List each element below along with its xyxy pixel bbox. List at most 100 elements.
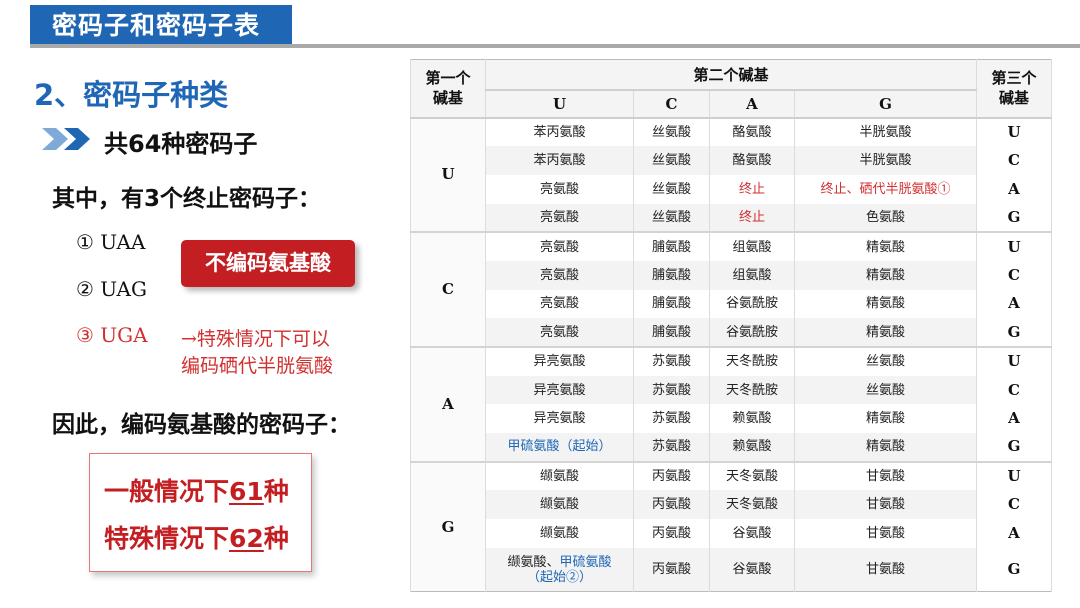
amino-acid-cell: 谷氨酸 bbox=[709, 519, 795, 548]
amino-acid-cell: 天冬氨酸 bbox=[709, 490, 795, 520]
amino-acid-cell: 丝氨酸 bbox=[633, 203, 710, 233]
chevron-double-right-icon bbox=[42, 128, 90, 150]
amino-acid-cell: 赖氨酸 bbox=[709, 433, 795, 462]
amino-acid-cell: 亮氨酸 bbox=[485, 174, 634, 204]
amino-acid-cell: 亮氨酸 bbox=[485, 260, 634, 290]
amino-acid-cell: 缬氨酸 bbox=[485, 490, 634, 520]
third-base-cell: C bbox=[976, 260, 1052, 290]
count-special-number: 62 bbox=[229, 524, 264, 553]
amino-acid-cell: 丙氨酸 bbox=[633, 519, 710, 548]
amino-acid-cell: 苏氨酸 bbox=[633, 433, 710, 462]
page-title: 密码子和密码子表 bbox=[30, 5, 292, 47]
second-base-a: A bbox=[709, 89, 795, 119]
count-special: 特殊情况下62种 bbox=[104, 519, 289, 555]
third-base-cell: G bbox=[976, 203, 1052, 233]
first-base-cell: A bbox=[410, 346, 486, 462]
third-base-cell: A bbox=[976, 289, 1052, 319]
third-base-cell: C bbox=[976, 375, 1052, 405]
third-base-cell: G bbox=[976, 433, 1052, 462]
amino-acid-cell: 缬氨酸、甲硫氨酸 （起始②） bbox=[485, 547, 634, 592]
table-row: 异亮氨酸 苏氨酸 天冬酰胺 丝氨酸 C bbox=[411, 375, 1052, 405]
amino-acid-cell: 脯氨酸 bbox=[633, 318, 710, 347]
table-row: 异亮氨酸 苏氨酸 赖氨酸 精氨酸 A bbox=[411, 404, 1052, 434]
amino-acid-cell: 精氨酸 bbox=[794, 404, 977, 434]
header-first-base-label: 第一个碱基 bbox=[425, 69, 471, 108]
amino-acid-cell: 丝氨酸 bbox=[633, 116, 710, 147]
amino-acid-cell: 异亮氨酸 bbox=[485, 375, 634, 405]
second-base-c: C bbox=[633, 89, 710, 119]
amino-acid-cell: 甘氨酸 bbox=[794, 547, 977, 592]
amino-acid-cell: 丝氨酸 bbox=[633, 146, 710, 175]
third-base-cell: A bbox=[976, 404, 1052, 434]
amino-acid-cell: 半胱氨酸 bbox=[794, 146, 977, 175]
table-row: 缬氨酸、甲硫氨酸 （起始②） 丙氨酸 谷氨酸 甘氨酸 G bbox=[411, 547, 1052, 592]
amino-acid-cell: 天冬氨酸 bbox=[709, 460, 795, 491]
table-row: 缬氨酸 丙氨酸 天冬氨酸 甘氨酸 C bbox=[411, 490, 1052, 520]
header-second-base: 第二个碱基 bbox=[485, 59, 977, 91]
third-base-cell: C bbox=[976, 490, 1052, 520]
special-case-note-line1: →特殊情况下可以 bbox=[181, 328, 330, 350]
stop-codon-intro: 其中，有3个终止密码子： bbox=[52, 186, 322, 212]
table-row: U 苯丙氨酸 丝氨酸 酪氨酸 半胱氨酸 U bbox=[410, 116, 1052, 233]
stop-codon-uag: ② UAG bbox=[76, 277, 147, 301]
count-normal-prefix: 一般情况下 bbox=[104, 477, 230, 506]
amino-acid-cell: 丙氨酸 bbox=[633, 460, 710, 491]
amino-acid-cell: 苏氨酸 bbox=[633, 346, 710, 376]
second-base-g: G bbox=[794, 89, 977, 119]
second-base-u: U bbox=[485, 89, 634, 119]
amino-acid-cell: 组氨酸 bbox=[709, 260, 795, 290]
third-base-cell: G bbox=[976, 318, 1052, 347]
amino-acid-cell: 苯丙氨酸 bbox=[485, 116, 634, 147]
amino-acid-cell: 脯氨酸 bbox=[633, 231, 710, 261]
amino-acid-cell: 精氨酸 bbox=[794, 318, 977, 347]
amino-acid-cell: 精氨酸 bbox=[794, 260, 977, 290]
amino-acid-cell: 甲硫氨酸（起始） bbox=[485, 433, 634, 462]
section-heading: 2、密码子种类 bbox=[34, 78, 229, 112]
stop-codon-uaa: ① UAA bbox=[76, 230, 146, 254]
first-base-cell: C bbox=[410, 231, 486, 347]
codon-table: 第一个碱基 第二个碱基 第三个碱基 U C A G U 苯丙氨酸 丝氨酸 酪氨酸 半胱氨… bbox=[410, 59, 1052, 593]
first-base-cell: G bbox=[410, 460, 486, 592]
amino-acid-cell: 异亮氨酸 bbox=[485, 404, 634, 434]
no-amino-acid-badge: 不编码氨基酸 bbox=[181, 240, 355, 287]
amino-acid-cell: 亮氨酸 bbox=[485, 231, 634, 261]
total-codons-text: 共64种密码子 bbox=[104, 130, 258, 158]
header-third-base: 第三个碱基 bbox=[976, 59, 1052, 119]
amino-acid-cell: 甘氨酸 bbox=[794, 519, 977, 548]
amino-acid-cell: 赖氨酸 bbox=[709, 404, 795, 434]
table-row: 亮氨酸 脯氨酸 谷氨酰胺 精氨酸 A bbox=[411, 289, 1052, 319]
header-first-base: 第一个碱基 bbox=[410, 59, 486, 119]
amino-acid-cell: 亮氨酸 bbox=[485, 203, 634, 233]
table-row: A 异亮氨酸 苏氨酸 天冬酰胺 丝氨酸 U bbox=[410, 346, 1052, 462]
amino-acid-cell: 酪氨酸 bbox=[709, 116, 795, 147]
table-row: 苯丙氨酸 丝氨酸 酪氨酸 半胱氨酸 C bbox=[411, 146, 1052, 175]
amino-acid-cell: 半胱氨酸 bbox=[794, 116, 977, 147]
stop-codon-uga: ③ UGA bbox=[76, 323, 148, 347]
amino-acid-cell: 丙氨酸 bbox=[633, 490, 710, 520]
amino-acid-cell: 终止 bbox=[709, 174, 795, 204]
start-note-text: （起始②） bbox=[526, 569, 592, 585]
count-special-suffix: 种 bbox=[263, 524, 289, 553]
amino-acid-cell: 甘氨酸 bbox=[794, 460, 977, 491]
amino-acid-cell: 苏氨酸 bbox=[633, 375, 710, 405]
third-base-cell: U bbox=[976, 346, 1052, 376]
valine-text: 缬氨酸、 bbox=[507, 554, 560, 570]
table-row: G 缬氨酸 丙氨酸 天冬氨酸 甘氨酸 U bbox=[410, 460, 1052, 592]
amino-acid-cell: 异亮氨酸 bbox=[485, 346, 634, 376]
amino-acid-cell: 亮氨酸 bbox=[485, 289, 634, 319]
table-row: 亮氨酸 丝氨酸 终止 终止、硒代半胱氨酸① A bbox=[411, 174, 1052, 204]
table-row: 缬氨酸 丙氨酸 谷氨酸 甘氨酸 A bbox=[411, 519, 1052, 548]
count-normal-number: 61 bbox=[229, 477, 264, 506]
amino-acid-cell: 亮氨酸 bbox=[485, 318, 634, 347]
amino-acid-cell: 脯氨酸 bbox=[633, 289, 710, 319]
third-base-cell: A bbox=[976, 519, 1052, 548]
methionine-text: 甲硫氨酸 bbox=[559, 554, 612, 570]
amino-acid-cell: 缬氨酸 bbox=[485, 519, 634, 548]
third-base-cell: U bbox=[976, 116, 1052, 147]
amino-acid-cell: 甘氨酸 bbox=[794, 490, 977, 520]
amino-acid-cell: 精氨酸 bbox=[794, 433, 977, 462]
amino-acid-cell: 丙氨酸 bbox=[633, 547, 710, 592]
amino-acid-cell: 酪氨酸 bbox=[709, 146, 795, 175]
count-normal: 一般情况下61种 bbox=[104, 472, 289, 508]
table-row: C 亮氨酸 脯氨酸 组氨酸 精氨酸 U bbox=[410, 231, 1052, 347]
